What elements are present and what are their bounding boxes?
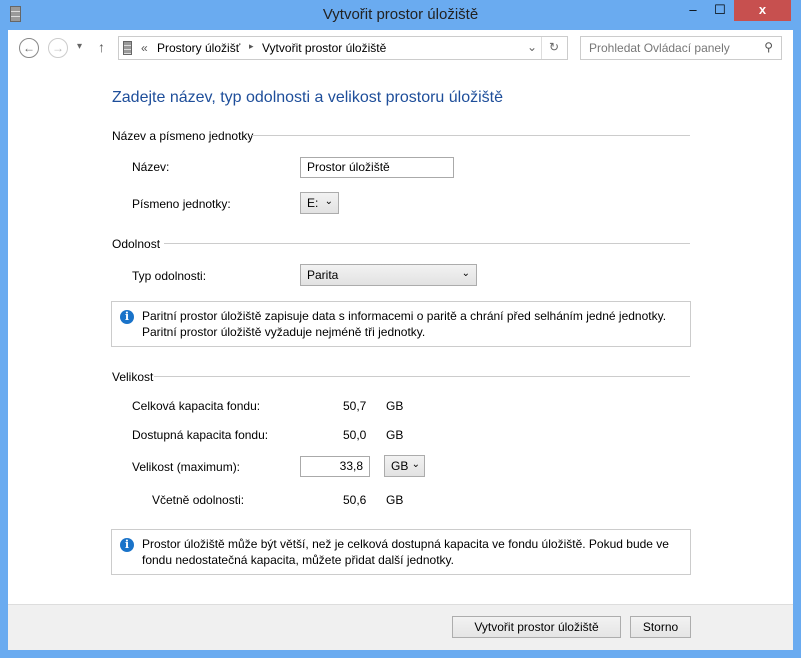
- resiliency-type-value: Parita: [307, 268, 339, 282]
- name-label: Název:: [132, 160, 170, 174]
- search-placeholder: Prohledat Ovládací panely: [589, 41, 730, 55]
- address-bar[interactable]: « Prostory úložišť ▸ Vytvořit prostor úl…: [118, 36, 568, 60]
- storage-icon: [123, 41, 132, 55]
- drive-letter-select[interactable]: E: ⌄: [300, 192, 339, 214]
- including-resiliency-unit: GB: [386, 493, 404, 507]
- name-input[interactable]: Prostor úložiště: [300, 157, 454, 178]
- drive-letter-value: E:: [307, 196, 319, 210]
- maximize-button[interactable]: ☐: [706, 0, 734, 21]
- info-text: Paritní prostor úložiště vyžaduje nejmén…: [142, 325, 426, 339]
- create-storage-space-button[interactable]: Vytvořit prostor úložiště: [452, 616, 621, 638]
- up-button[interactable]: ↑: [98, 39, 105, 55]
- chevron-down-icon: ⌄: [461, 268, 470, 279]
- including-resiliency-label: Včetně odolnosti:: [152, 493, 245, 507]
- info-icon: i: [120, 538, 134, 552]
- total-capacity-unit: GB: [386, 399, 404, 413]
- divider: [164, 243, 690, 244]
- divider: [154, 376, 690, 377]
- section-title-resiliency: Odolnost: [112, 237, 161, 251]
- section-title-drive: Název a písmeno jednotky: [112, 129, 254, 143]
- close-button[interactable]: x: [734, 0, 791, 21]
- size-unit-value: GB: [391, 459, 409, 473]
- minimize-button[interactable]: ‒: [680, 0, 706, 21]
- breadcrumb-overflow[interactable]: «: [141, 41, 148, 55]
- address-dropdown[interactable]: ⌄: [527, 40, 537, 54]
- size-unit-select[interactable]: GB ⌄: [384, 455, 425, 477]
- total-capacity-label: Celková kapacita fondu:: [132, 399, 261, 413]
- refresh-button[interactable]: ↻: [549, 40, 559, 54]
- page-heading: Zadejte název, typ odolnosti a velikost …: [112, 89, 504, 106]
- resiliency-type-select[interactable]: Parita ⌄: [300, 264, 477, 286]
- breadcrumb-arrow-icon[interactable]: ▸: [249, 41, 254, 52]
- available-capacity-unit: GB: [386, 428, 404, 442]
- available-capacity-label: Dostupná kapacita fondu:: [132, 428, 269, 442]
- size-label: Velikost (maximum):: [132, 460, 241, 474]
- forward-button[interactable]: →: [48, 38, 68, 58]
- breadcrumb-storage-spaces[interactable]: Prostory úložišť: [157, 41, 240, 55]
- section-title-size: Velikost: [112, 370, 154, 384]
- divider: [252, 135, 690, 136]
- info-text: Prostor úložiště může být větší, než je …: [142, 537, 669, 551]
- size-info-box: i Prostor úložiště může být větší, než j…: [111, 529, 691, 575]
- back-button[interactable]: ←: [19, 38, 39, 58]
- search-icon[interactable]: ⚲: [764, 40, 773, 54]
- chevron-down-icon: ⌄: [324, 196, 333, 207]
- including-resiliency-value: 50,6: [343, 493, 367, 507]
- chevron-down-icon: ⌄: [411, 459, 420, 470]
- breadcrumb-create-space[interactable]: Vytvořit prostor úložiště: [262, 41, 386, 55]
- info-icon: i: [120, 310, 134, 324]
- resiliency-type-label: Typ odolnosti:: [132, 269, 207, 283]
- drive-letter-label: Písmeno jednotky:: [132, 197, 231, 211]
- search-input[interactable]: Prohledat Ovládací panely ⚲: [580, 36, 782, 60]
- recent-pages-button[interactable]: ▾: [77, 41, 82, 52]
- total-capacity-value: 50,7: [343, 399, 367, 413]
- cancel-button[interactable]: Storno: [630, 616, 691, 638]
- available-capacity-value: 50,0: [343, 428, 367, 442]
- parity-info-box: i Paritní prostor úložiště zapisuje data…: [111, 301, 691, 347]
- info-text: Paritní prostor úložiště zapisuje data s…: [142, 309, 667, 323]
- info-text: fondu nedostatečná kapacita, můžete přid…: [142, 553, 454, 567]
- size-input[interactable]: 33,8: [300, 456, 370, 477]
- address-divider: [541, 37, 542, 59]
